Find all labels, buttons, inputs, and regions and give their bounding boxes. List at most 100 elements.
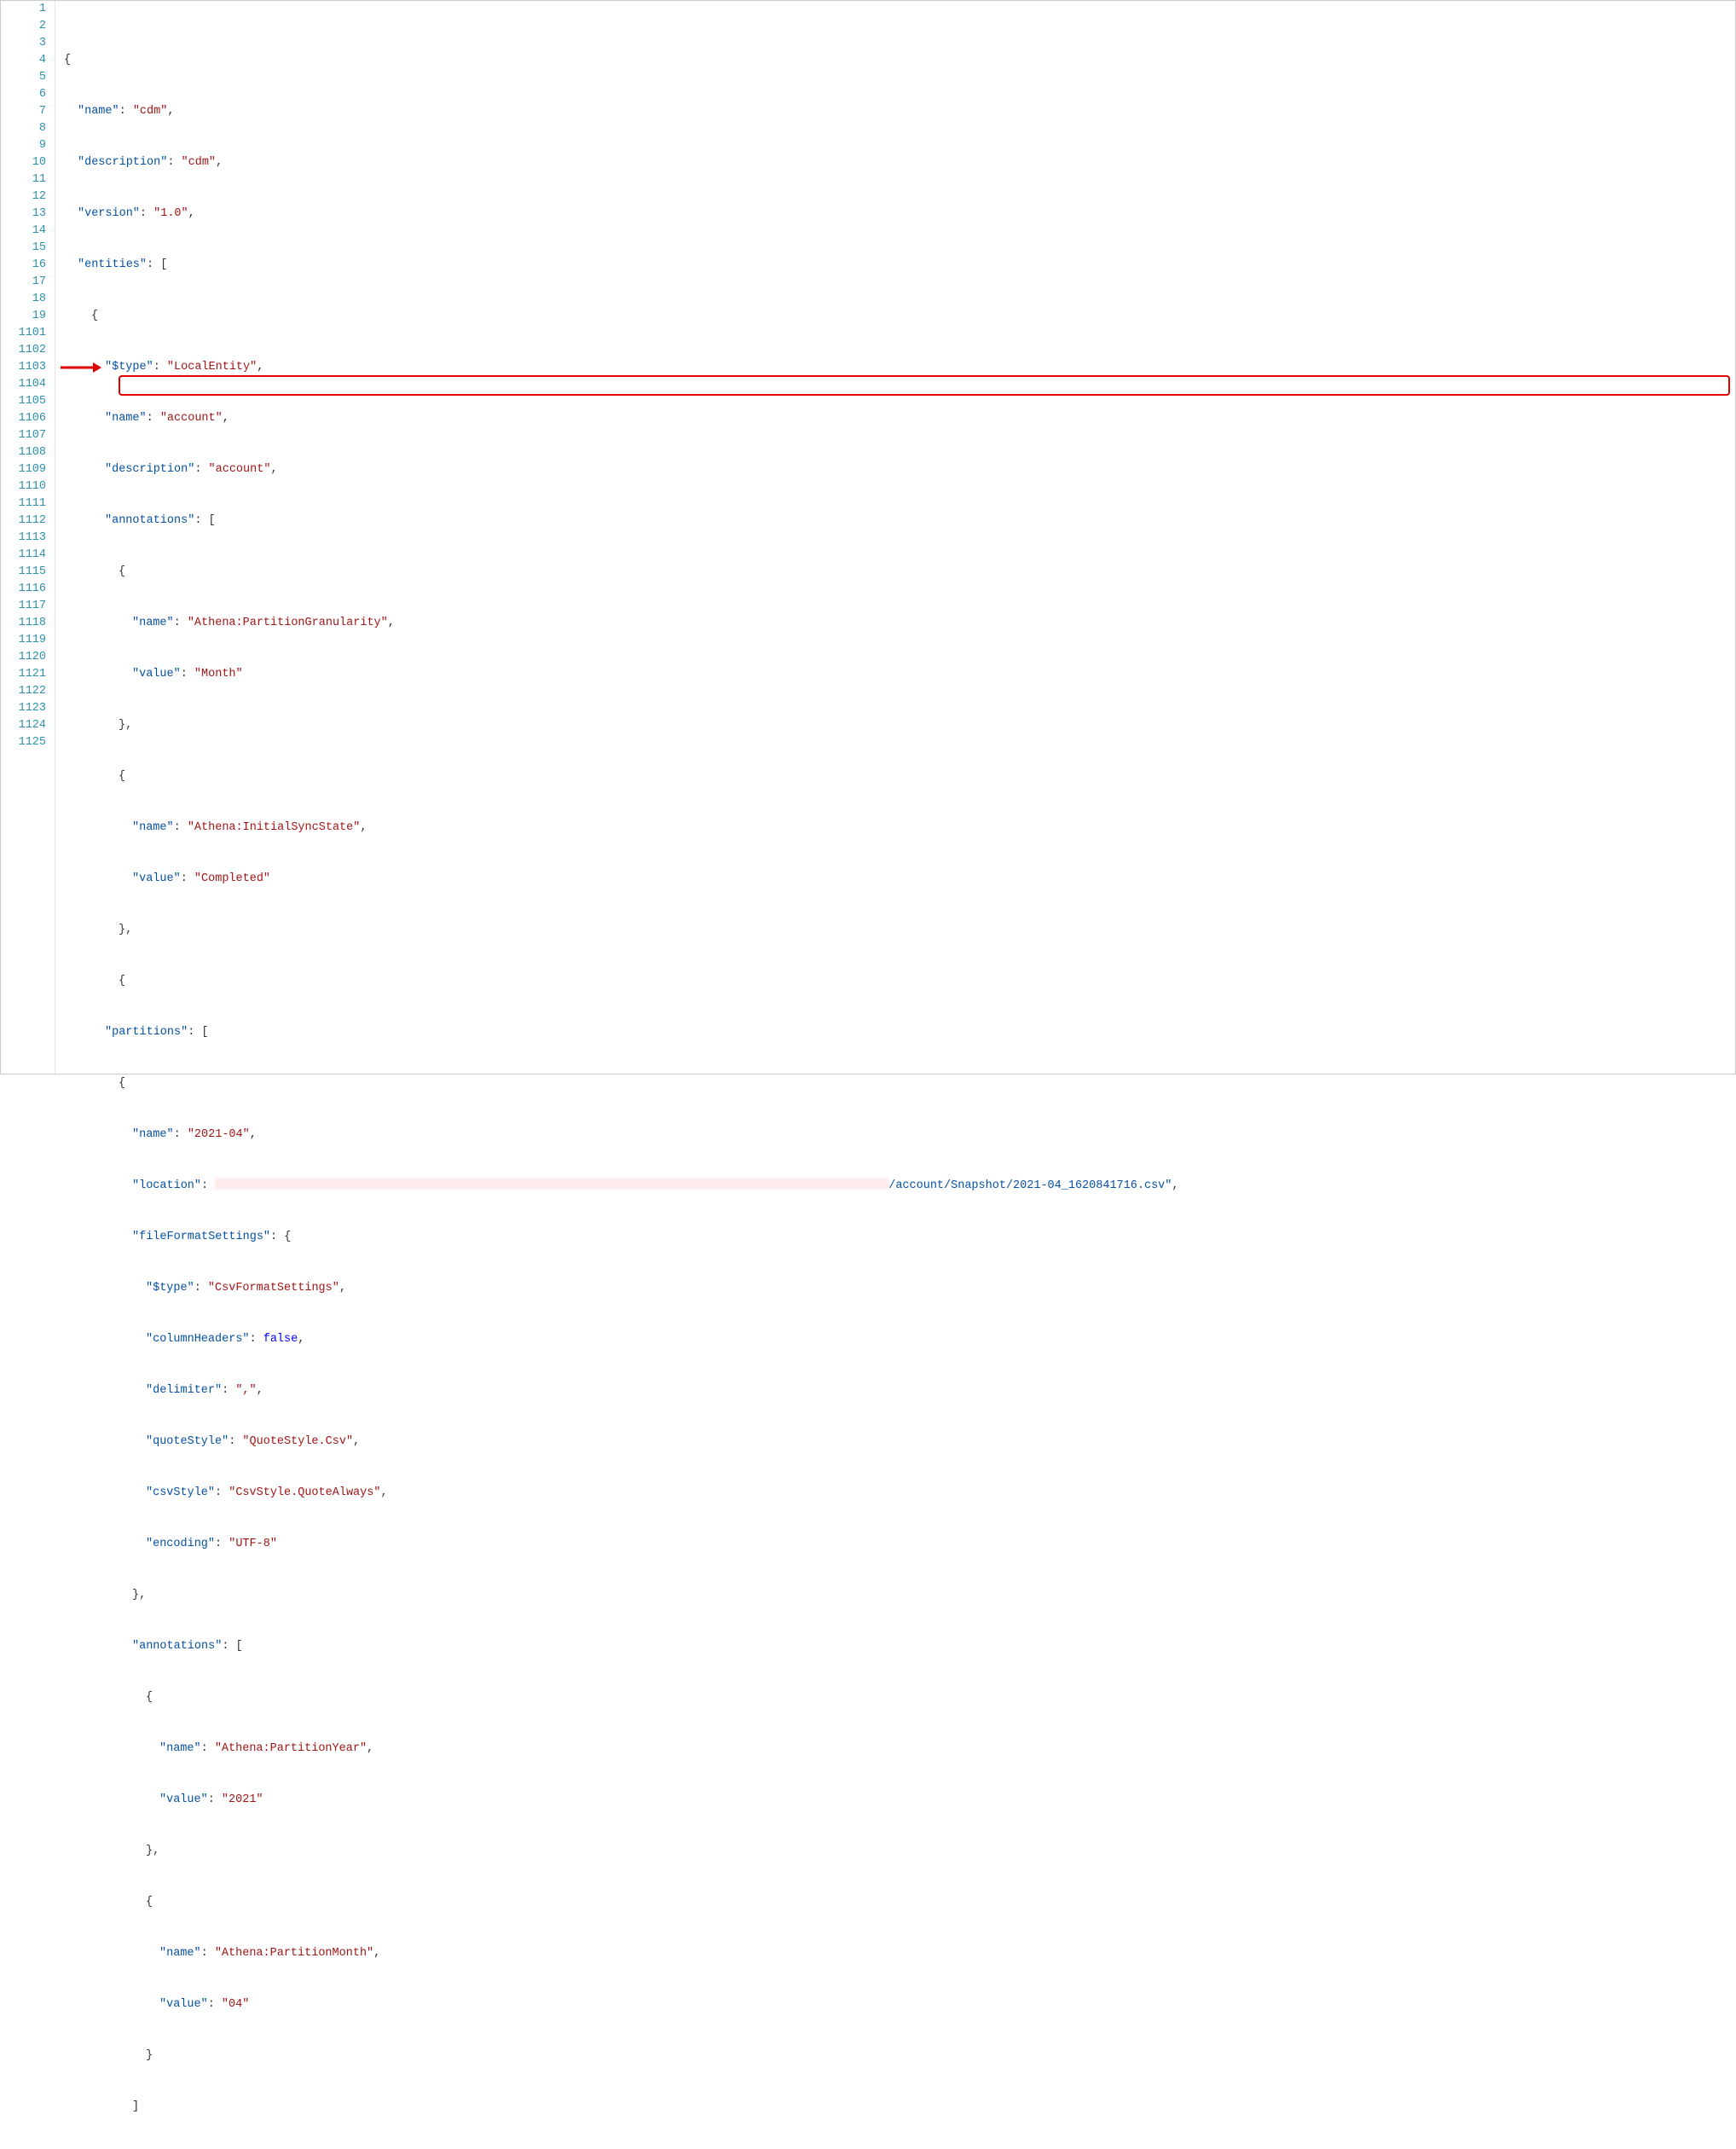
colon: : [201,1179,215,1192]
json-key: "fileFormatSettings" [132,1231,270,1243]
code-line[interactable]: "description": "cdm", [64,154,1735,171]
comma: , [270,463,277,476]
code-line[interactable]: "name": "account", [64,410,1735,427]
line-number: 1102 [1,342,46,359]
code-line[interactable]: "name": "cdm", [64,103,1735,120]
json-bool: false [263,1333,298,1346]
line-number: 1 [1,1,46,18]
code-line[interactable]: { [64,52,1735,69]
json-string: "UTF-8" [229,1538,277,1550]
json-key: "description" [105,463,194,476]
code-line[interactable]: { [64,564,1735,581]
json-key: "annotations" [105,514,194,527]
colon-bracket: : [ [194,514,215,527]
json-string: "2021-04" [188,1128,250,1141]
colon: : [215,1486,229,1499]
code-line[interactable]: "value": "Completed" [64,871,1735,888]
code-line[interactable]: { [64,973,1735,990]
code-line[interactable]: "csvStyle": "CsvStyle.QuoteAlways", [64,1485,1735,1502]
line-number: 2 [1,18,46,35]
code-line[interactable]: "name": "Athena:InitialSyncState", [64,820,1735,837]
code-line[interactable]: }, [64,717,1735,734]
code-line[interactable]: "value": "04" [64,1996,1735,2013]
json-string: "CsvFormatSettings" [208,1282,339,1295]
code-line[interactable]: { [64,308,1735,325]
json-string: "Athena:PartitionYear" [215,1742,367,1755]
redacted-region [215,1178,888,1190]
colon: : [153,361,167,374]
code-line[interactable]: "name": "Athena:PartitionYear", [64,1741,1735,1758]
comma: , [367,1742,373,1755]
line-number: 1119 [1,632,46,649]
line-number: 10 [1,154,46,171]
code-content[interactable]: { "name": "cdm", "description": "cdm", "… [55,1,1735,1074]
comma: , [1172,1179,1178,1192]
colon: : [208,1998,222,2011]
code-line[interactable]: } [64,2048,1735,2065]
code-line[interactable]: "delimiter": ",", [64,1382,1735,1399]
code-line[interactable]: "name": "Athena:PartitionGranularity", [64,615,1735,632]
code-line[interactable]: { [64,1075,1735,1092]
json-string: "Month" [194,668,243,681]
code-line[interactable]: "fileFormatSettings": { [64,1229,1735,1246]
code-line-partitions[interactable]: "partitions": [ [64,1024,1735,1041]
code-line[interactable]: "$type": "CsvFormatSettings", [64,1280,1735,1297]
code-line[interactable]: }, [64,1843,1735,1860]
code-line[interactable]: { [64,1689,1735,1706]
code-line[interactable]: "value": "2021" [64,1792,1735,1809]
code-line[interactable]: "columnHeaders": false, [64,1331,1735,1348]
json-string: "QuoteStyle.Csv" [242,1435,353,1448]
code-line[interactable]: "description": "account", [64,461,1735,478]
code-line[interactable]: "entities": [ [64,257,1735,274]
json-string: "Athena:PartitionMonth" [215,1947,373,1960]
code-line[interactable]: "$type": "LocalEntity", [64,359,1735,376]
json-string: "cdm" [133,105,168,118]
line-number: 11 [1,171,46,188]
brace-open: { [146,1691,153,1704]
line-number: 18 [1,291,46,308]
colon-brace: : { [270,1231,291,1243]
colon: : [140,207,153,220]
code-line[interactable]: }, [64,922,1735,939]
brace-open: { [119,1077,125,1090]
code-line[interactable]: "encoding": "UTF-8" [64,1536,1735,1553]
comma: , [216,156,223,169]
line-number: 1116 [1,581,46,598]
colon-bracket: : [ [147,258,167,271]
code-line[interactable]: }, [64,1587,1735,1604]
json-key: "encoding" [146,1538,215,1550]
colon: : [215,1538,229,1550]
code-line[interactable]: "name": "Athena:PartitionMonth", [64,1945,1735,1962]
line-number: 7 [1,103,46,120]
comma: , [380,1486,387,1499]
comma: , [257,361,263,374]
code-editor[interactable]: 1 2 3 4 5 6 7 8 9 10 11 12 13 14 15 16 1… [1,1,1735,1074]
json-string: "Athena:PartitionGranularity" [188,617,388,629]
comma: , [223,412,229,425]
line-number: 1114 [1,547,46,564]
json-key: "location" [132,1179,201,1192]
json-string: "Athena:InitialSyncState" [188,821,361,834]
code-line[interactable]: { [64,1894,1735,1911]
arrow-annotation-icon [61,325,101,342]
json-key: "annotations" [132,1640,222,1653]
comma: , [167,105,174,118]
code-line-location[interactable]: "location": /account/Snapshot/2021-04_16… [64,1178,1735,1195]
code-line[interactable]: { [64,768,1735,785]
code-line[interactable]: "quoteStyle": "QuoteStyle.Csv", [64,1434,1735,1451]
brace-close: } [146,2049,153,2062]
code-line[interactable]: "annotations": [ [64,1638,1735,1655]
colon-bracket: : [ [188,1026,208,1039]
json-key: "value" [159,1998,208,2011]
line-number: 1123 [1,700,46,717]
code-line[interactable]: "version": "1.0", [64,206,1735,223]
code-line[interactable]: "annotations": [ [64,513,1735,530]
code-line[interactable]: ] [64,2099,1735,2116]
code-line[interactable]: "name": "2021-04", [64,1127,1735,1144]
json-string: "2021" [222,1793,263,1806]
json-key: "columnHeaders" [146,1333,250,1346]
code-line[interactable]: "value": "Month" [64,666,1735,683]
brace-close: }, [119,719,132,732]
brace-open: { [91,310,98,322]
comma: , [188,207,195,220]
